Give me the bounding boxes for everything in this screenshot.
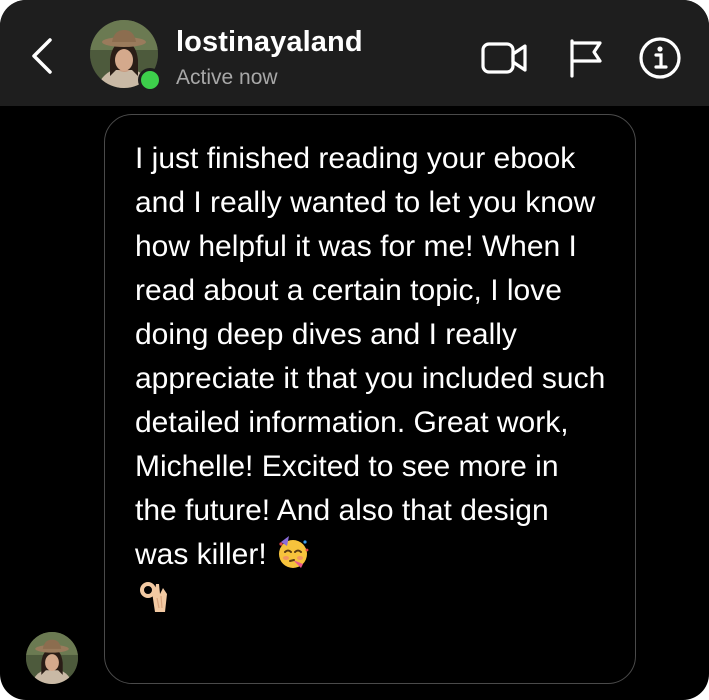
video-call-button[interactable] bbox=[480, 36, 528, 80]
info-icon bbox=[639, 37, 681, 79]
ok-hand-emoji bbox=[140, 582, 167, 612]
online-status-indicator bbox=[138, 68, 162, 92]
message-text: I just finished reading your ebook and I… bbox=[135, 142, 606, 571]
chat-header: lostinayaland Active now bbox=[0, 0, 709, 106]
sender-avatar[interactable] bbox=[26, 632, 78, 684]
activity-status: Active now bbox=[176, 66, 278, 89]
conversation-info-button[interactable] bbox=[636, 36, 684, 80]
message-body: I just finished reading your ebook and I… bbox=[135, 137, 607, 621]
chevron-left-icon bbox=[32, 38, 52, 74]
message-bubble[interactable]: I just finished reading your ebook and I… bbox=[104, 114, 636, 684]
report-button[interactable] bbox=[562, 36, 610, 80]
partying-face-emoji bbox=[279, 536, 309, 568]
back-button[interactable] bbox=[22, 34, 62, 78]
flag-icon bbox=[570, 39, 602, 78]
video-camera-icon bbox=[481, 42, 527, 74]
chat-username[interactable]: lostinayaland bbox=[176, 26, 363, 59]
profile-avatar[interactable] bbox=[90, 20, 162, 92]
dm-thread-window: lostinayaland Active now I just finished… bbox=[0, 0, 709, 700]
